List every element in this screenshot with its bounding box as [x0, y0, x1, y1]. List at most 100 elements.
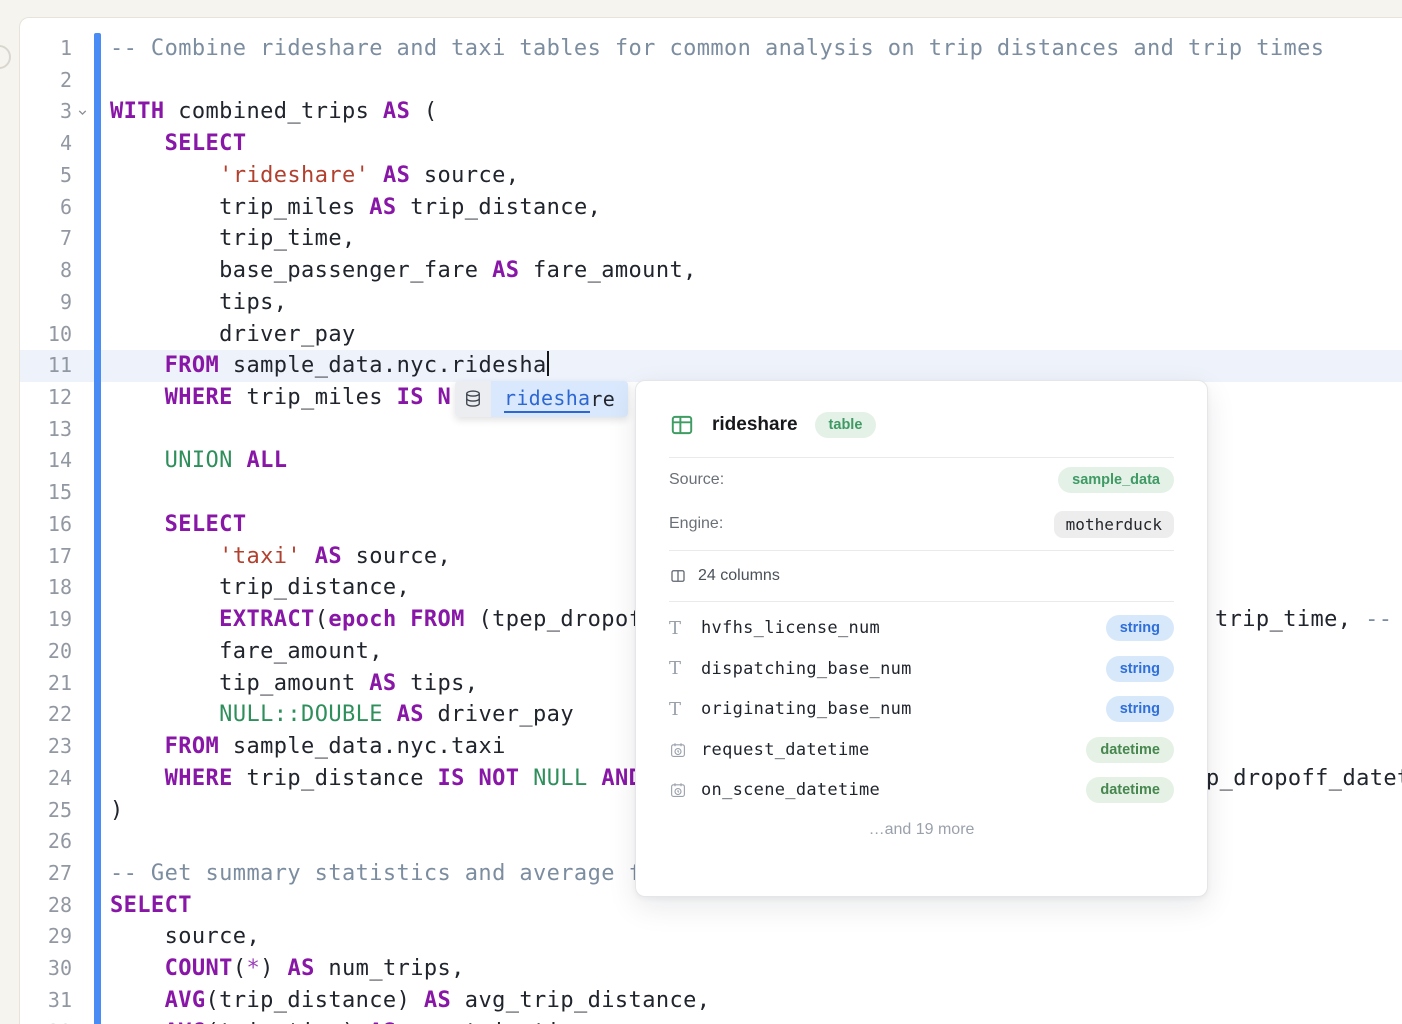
engine-value-badge: motherduck [1054, 511, 1174, 538]
code-line[interactable]: trip_distance, [110, 572, 410, 604]
code-token: NOT [478, 766, 519, 791]
code-line[interactable]: 'taxi' AS source, [110, 541, 451, 573]
source-value-badge: sample_data [1058, 467, 1174, 493]
autocomplete-popup[interactable]: rideshare [455, 381, 628, 417]
column-type-badge: string [1106, 615, 1174, 641]
code-token: num_trips, [315, 956, 465, 981]
code-line-fragment[interactable]: p_dropoff_datet [1206, 763, 1402, 795]
code-line[interactable]: driver_pay [110, 319, 356, 351]
code-token: FROM [165, 353, 220, 378]
code-token [110, 131, 165, 156]
code-token: AS [287, 956, 314, 981]
code-token: trip_time, [1215, 607, 1365, 632]
code-token [397, 607, 411, 632]
column-name: hvfhs_license_num [701, 618, 1106, 638]
code-line[interactable]: -- Get summary statistics and average f [110, 858, 642, 890]
code-line[interactable]: COUNT(*) AS num_trips, [110, 953, 465, 985]
code-token: base_passenger_fare [110, 258, 492, 283]
code-line[interactable]: SELECT [110, 128, 246, 160]
code-line[interactable]: SELECT [110, 509, 246, 541]
code-token: COUNT [165, 956, 233, 981]
line-number: 2 [20, 65, 72, 97]
code-line[interactable]: -- Combine rideshare and taxi tables for… [110, 33, 1324, 65]
sql-editor-screen: { "colors": { "outer_bg":"#f6f4ef","pane… [0, 0, 1402, 1024]
code-line[interactable]: FROM sample_data.nyc.ridesha [110, 350, 549, 382]
code-line[interactable]: AVG(trip_time) AS avg_trip_time, [110, 1017, 601, 1024]
code-line[interactable]: 'rideshare' AS source, [110, 160, 519, 192]
code-token: 'taxi' [219, 544, 301, 569]
line-number: 18 [20, 572, 72, 604]
line-number: 19 [20, 604, 72, 636]
code-token: avg_trip_distance, [451, 988, 710, 1013]
code-line[interactable]: WHERE trip_miles IS N [110, 382, 451, 414]
table-info-popup: rideshare table Source: sample_data Engi… [635, 380, 1208, 897]
fold-chevron-icon[interactable] [74, 96, 90, 128]
line-number: 26 [20, 826, 72, 858]
code-line[interactable]: AVG(trip_distance) AS avg_trip_distance, [110, 985, 710, 1017]
code-line-fragment[interactable]: trip_time, -- [1215, 604, 1392, 636]
line-number: 6 [20, 192, 72, 224]
code-token: AVG [165, 988, 206, 1013]
code-line[interactable]: fare_amount, [110, 636, 383, 668]
column-name: dispatching_base_num [701, 659, 1106, 679]
code-token: source, [342, 544, 451, 569]
line-number: 23 [20, 731, 72, 763]
code-line[interactable]: SELECT [110, 890, 192, 922]
code-line[interactable]: trip_time, [110, 223, 356, 255]
code-token: AVG [165, 1020, 206, 1024]
line-number: 17 [20, 541, 72, 573]
code-line[interactable]: base_passenger_fare AS fare_amount, [110, 255, 697, 287]
code-line[interactable]: EXTRACT(epoch FROM (tpep_dropof [110, 604, 642, 636]
autocomplete-match-text: ridesha [504, 386, 590, 413]
code-token: fare_amount, [519, 258, 696, 283]
line-number: 24 [20, 763, 72, 795]
code-token: tips, [397, 671, 479, 696]
code-line[interactable]: FROM sample_data.nyc.taxi [110, 731, 506, 763]
code-line[interactable]: trip_miles AS trip_distance, [110, 192, 601, 224]
code-line[interactable]: NULL::DOUBLE AS driver_pay [110, 699, 574, 731]
line-number: 27 [20, 858, 72, 890]
code-token [110, 163, 219, 188]
code-token [465, 766, 479, 791]
line-number: 25 [20, 795, 72, 827]
code-token: ( [410, 99, 437, 124]
code-token: -- Get summary statistics and average f [110, 861, 642, 886]
code-token [110, 988, 165, 1013]
column-row: Toriginating_base_numstring [669, 689, 1174, 730]
source-label: Source: [669, 471, 724, 489]
code-line[interactable]: source, [110, 921, 260, 953]
text-type-icon: T [669, 699, 701, 720]
line-number: 20 [20, 636, 72, 668]
code-token: SELECT [165, 131, 247, 156]
code-token: epoch [328, 607, 396, 632]
code-token: AS [492, 258, 519, 283]
line-number: 11 [20, 350, 72, 382]
code-token: avg_trip_time, [397, 1020, 602, 1024]
code-token: source, [410, 163, 519, 188]
code-token: (trip_distance) [206, 988, 424, 1013]
code-token: ALL [246, 448, 287, 473]
code-token: trip_distance, [397, 195, 602, 220]
code-line[interactable]: ) [110, 795, 124, 827]
code-token: AS [397, 702, 424, 727]
code-line[interactable]: WITH combined_trips AS ( [110, 96, 438, 128]
column-type-badge: datetime [1086, 777, 1174, 803]
code-token [424, 385, 438, 410]
code-token [110, 702, 219, 727]
column-type-badge: string [1106, 656, 1174, 682]
code-line[interactable]: UNION ALL [110, 445, 287, 477]
code-line[interactable]: tips, [110, 287, 287, 319]
line-number: 32 [20, 1017, 72, 1024]
code-token: FROM [410, 607, 465, 632]
code-token: ( [233, 956, 247, 981]
code-token: AS [383, 163, 410, 188]
code-token: driver_pay [424, 702, 574, 727]
detail-row-source: Source: sample_data [669, 458, 1174, 502]
line-number: 22 [20, 699, 72, 731]
code-line[interactable]: WHERE trip_distance IS NOT NULL AND [110, 763, 642, 795]
code-token [110, 734, 165, 759]
code-token: ) [110, 798, 124, 823]
datetime-icon [669, 781, 701, 799]
autocomplete-item-rideshare[interactable]: rideshare [491, 381, 628, 417]
code-line[interactable]: tip_amount AS tips, [110, 668, 478, 700]
